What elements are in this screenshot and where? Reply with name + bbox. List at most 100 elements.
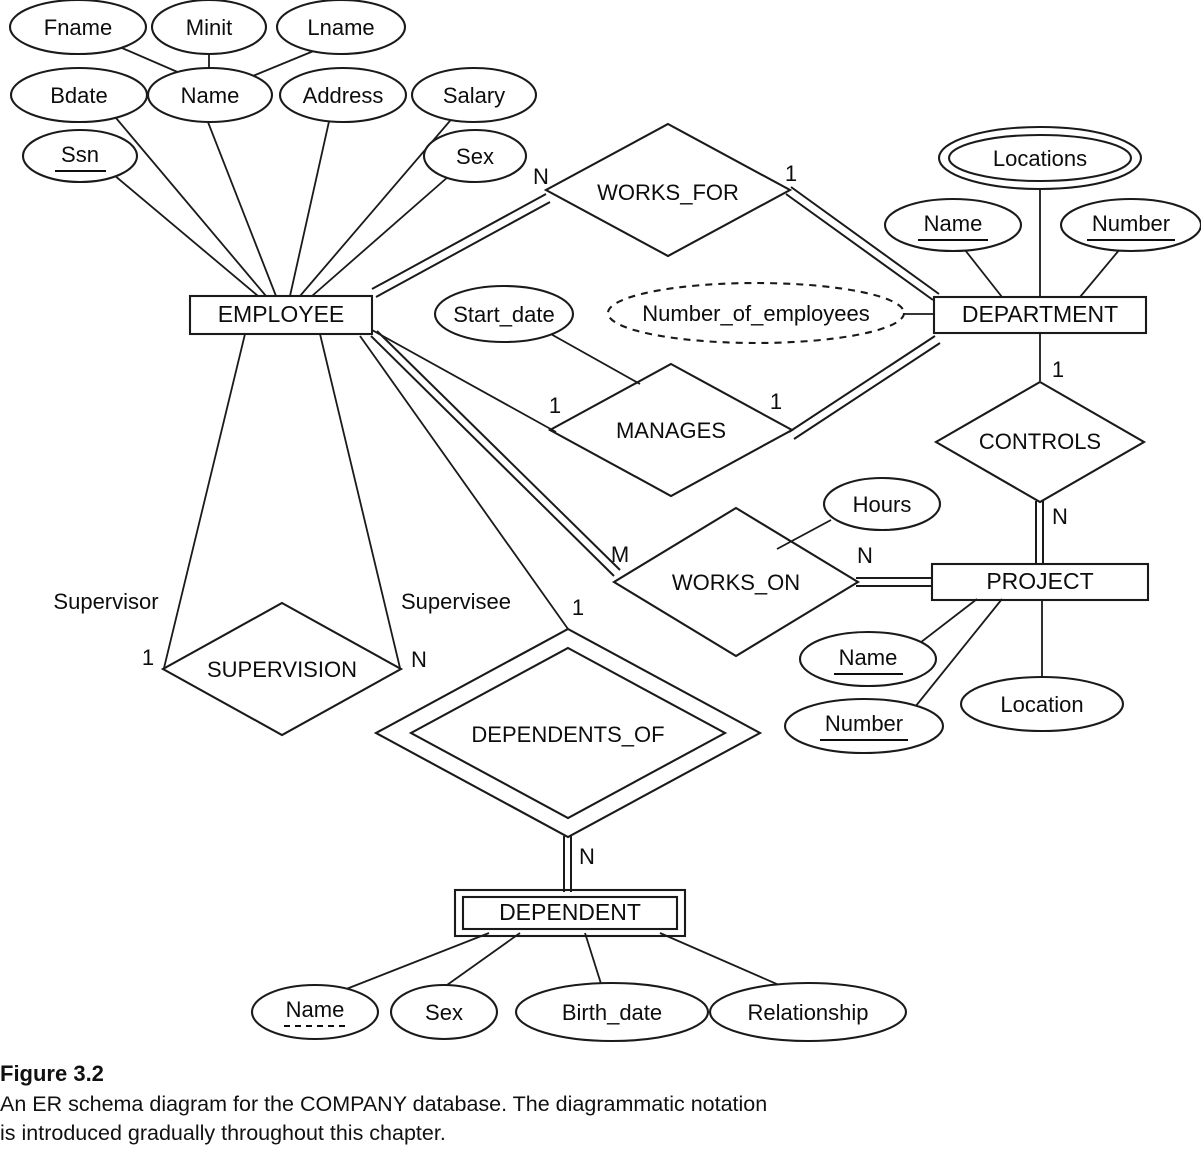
employee-attributes: Fname Minit Lname Bdate Name Address Sal… [8,0,538,184]
role-supervisor: Supervisor [53,589,158,614]
hours-label: Hours [853,492,912,517]
edge-employee-supervision-supervisor [163,333,246,669]
edge-deptnumber-department [1079,248,1121,298]
attribute-start-date[interactable]: Start_date [433,284,575,344]
number-of-employees-label: Number_of_employees [642,301,869,326]
dependent-label: DEPENDENT [499,899,641,925]
relationship-works-on[interactable]: WORKS_ON [611,506,861,658]
cardinality-dependents-of-dependent: N [579,844,595,869]
salary-label: Salary [443,83,505,108]
project-name-label: Name [839,645,898,670]
address-label: Address [303,83,384,108]
project-number-label: Number [825,711,903,736]
attribute-fname[interactable]: Fname [8,0,148,56]
employee-sex-label: Sex [456,144,494,169]
role-supervisee: Supervisee [401,589,511,614]
attribute-dependent-name[interactable]: Name [250,983,380,1041]
cardinality-manages-employee: 1 [549,393,561,418]
edge-employee-workson-a [370,335,615,577]
entity-department[interactable]: DEPARTMENT [932,295,1148,335]
employee-label: EMPLOYEE [218,301,345,327]
attribute-dependent-relationship[interactable]: Relationship [708,981,908,1043]
edge-deprelationship-dependent [659,932,796,993]
attribute-address[interactable]: Address [278,66,408,124]
attribute-project-location[interactable]: Location [959,675,1125,733]
dependent-relationship-label: Relationship [747,1000,868,1025]
attribute-dependent-birth-date[interactable]: Birth_date [514,981,710,1043]
figure-caption-text: An ER schema diagram for the COMPANY dat… [0,1092,768,1145]
attribute-minit[interactable]: Minit [150,0,268,56]
attribute-department-name[interactable]: Name [883,197,1023,253]
relationship-supervision[interactable]: SUPERVISION [160,601,404,737]
attribute-employee-name[interactable]: Name [146,66,274,124]
cardinality-works-for-department: 1 [785,161,797,186]
attribute-number-of-employees[interactable]: Number_of_employees [606,281,906,345]
edge-manages-department-b [793,342,941,440]
attribute-locations[interactable]: Locations [937,125,1143,191]
edge-deptname-department [964,249,1003,298]
minit-label: Minit [186,15,232,40]
relationship-controls[interactable]: CONTROLS [933,380,1147,504]
works-for-label: WORKS_FOR [597,180,739,205]
edge-employee-workson-b [376,330,621,571]
edge-depbirthdate-dependent [584,932,604,991]
manages-label: MANAGES [616,418,726,443]
relationship-manages[interactable]: MANAGES [547,362,795,498]
cardinality-dependents-of-employee: 1 [572,595,584,620]
entity-dependent[interactable]: DEPENDENT [453,888,687,938]
supervision-label: SUPERVISION [207,657,357,682]
attribute-hours[interactable]: Hours [822,476,942,532]
edge-name-employee [205,116,277,297]
role-labels: Supervisor Supervisee [53,589,511,614]
fname-label: Fname [44,15,112,40]
start-date-label: Start_date [453,302,555,327]
attribute-ssn[interactable]: Ssn [21,128,139,184]
project-attributes: Name Number Location [783,630,1125,755]
attribute-lname[interactable]: Lname [275,0,407,56]
dependent-birth-date-label: Birth_date [562,1000,662,1025]
project-label: PROJECT [986,568,1093,594]
attribute-project-number[interactable]: Number [783,697,945,755]
edge-projname-project [915,598,978,647]
lname-label: Lname [307,15,374,40]
edge-hours-workson [776,519,832,550]
cardinality-works-on-project: N [857,543,873,568]
dependent-attributes: Name Sex Birth_date Relationship [250,981,908,1043]
relationship-dependents-of[interactable]: DEPENDENTS_OF [373,627,763,839]
department-name-label: Name [924,211,983,236]
edge-employee-supervision-supervisee [319,333,401,669]
relationship-works-for[interactable]: WORKS_FOR [543,122,793,258]
attribute-salary[interactable]: Salary [410,66,538,124]
cardinality-controls-project: N [1052,504,1068,529]
edge-depsex-dependent [439,932,521,991]
attribute-department-number[interactable]: Number [1059,197,1201,253]
cardinality-controls-department: 1 [1052,357,1064,382]
controls-label: CONTROLS [979,429,1101,454]
project-location-label: Location [1000,692,1083,717]
entity-employee[interactable]: EMPLOYEE [188,294,374,336]
attribute-bdate[interactable]: Bdate [9,66,149,124]
dependent-name-label: Name [286,997,345,1022]
entity-project[interactable]: PROJECT [930,562,1150,602]
works-on-label: WORKS_ON [672,570,800,595]
edge-manages-department-a [788,335,936,433]
department-label: DEPARTMENT [962,301,1118,327]
employee-name-label: Name [181,83,240,108]
dependents-of-label: DEPENDENTS_OF [471,722,664,747]
department-number-label: Number [1092,211,1170,236]
dependent-sex-label: Sex [425,1000,463,1025]
edge-sex-employee [311,175,450,297]
cardinality-manages-department: 1 [770,389,782,414]
attribute-employee-sex[interactable]: Sex [422,128,528,184]
attribute-project-name[interactable]: Name [798,630,938,688]
edge-bdate-employee [115,117,267,297]
bdate-label: Bdate [50,83,108,108]
cardinality-works-for-employee: N [533,164,549,189]
cardinality-supervision-supervisee: N [411,647,427,672]
edge-depname-dependent [330,932,490,996]
cardinality-works-on-employee: M [611,542,629,567]
attribute-dependent-sex[interactable]: Sex [389,983,499,1041]
figure-title: Figure 3.2 [0,1061,104,1086]
ssn-label: Ssn [61,142,99,167]
er-diagram-canvas: WORKS_FOR MANAGES WORKS_ON SUPERVISION C… [8,0,1201,1043]
